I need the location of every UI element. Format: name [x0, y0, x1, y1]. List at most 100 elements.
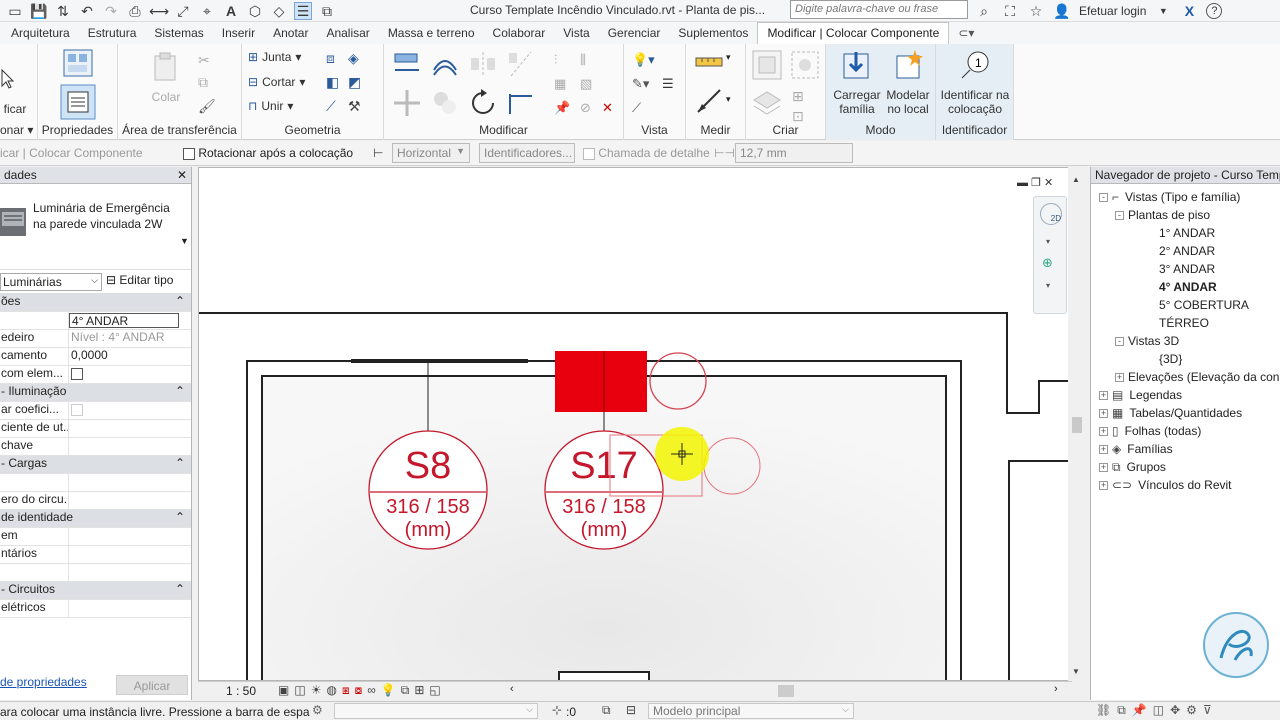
- binoculars-icon[interactable]: ⌕: [975, 2, 993, 20]
- collapse-icon[interactable]: ⌃: [175, 384, 185, 401]
- browser-item[interactable]: - ⌐ Vistas (Tipo e família): [1099, 190, 1240, 204]
- drag-on-selection-icon[interactable]: ✥: [1170, 703, 1180, 718]
- property-row[interactable]: ciente de ut...: [0, 420, 191, 438]
- analytical-model-icon[interactable]: ⊞: [414, 683, 424, 698]
- view-menu-icon[interactable]: ☰: [662, 76, 674, 92]
- tab-suplementos[interactable]: Suplementos: [669, 23, 757, 44]
- demolish-icon[interactable]: ◩: [348, 74, 361, 91]
- dimension-dropdown-icon[interactable]: ▾: [726, 94, 731, 105]
- scroll-up-icon[interactable]: ▲: [1072, 175, 1080, 184]
- property-value[interactable]: [69, 420, 191, 437]
- similar-icon[interactable]: ⊞: [792, 88, 804, 105]
- tag-on-placement-button[interactable]: 1 Identificar na colocação: [938, 48, 1012, 116]
- crop-view-icon[interactable]: ⧆: [342, 683, 350, 698]
- tab-arquitetura[interactable]: Arquitetura: [2, 23, 79, 44]
- search-input[interactable]: Digite palavra-chave ou frase: [790, 0, 968, 19]
- collapse-icon[interactable]: ⌃: [175, 294, 185, 311]
- cut-geometry-button[interactable]: ⊟ Cortar ▾: [248, 75, 305, 89]
- tab-inserir[interactable]: Inserir: [213, 23, 264, 44]
- override-graphics-icon[interactable]: ✎▾: [632, 76, 649, 92]
- scale-label[interactable]: 1 : 50: [226, 684, 256, 698]
- collapse-icon[interactable]: ⌃: [175, 456, 185, 473]
- steering-wheel-icon[interactable]: 2D: [1040, 203, 1062, 225]
- split-face-icon[interactable]: ◈: [348, 50, 359, 67]
- exchange-icon[interactable]: X: [1180, 2, 1198, 20]
- property-row[interactable]: com elem...: [0, 366, 191, 384]
- filter-icon[interactable]: ⊽: [1203, 703, 1212, 718]
- browser-item[interactable]: 1° ANDAR: [1159, 226, 1215, 240]
- tab-sistemas[interactable]: Sistemas: [145, 23, 212, 44]
- property-checkbox[interactable]: [71, 403, 83, 416]
- tab-analisar[interactable]: Analisar: [317, 23, 378, 44]
- horizontal-scroll-thumb[interactable]: [778, 685, 794, 697]
- 3d-view-icon[interactable]: ⬡: [246, 2, 264, 20]
- property-row[interactable]: em: [0, 528, 191, 546]
- expand-icon[interactable]: +: [1099, 463, 1108, 473]
- filter-selection-icon[interactable]: ⊹: [552, 703, 562, 717]
- dimension-icon[interactable]: ⤢: [174, 2, 192, 20]
- property-row[interactable]: chave: [0, 438, 191, 456]
- paste-button[interactable]: Colar: [146, 50, 186, 104]
- expand-icon[interactable]: +: [1099, 409, 1108, 419]
- detail-level-icon[interactable]: ▣: [278, 683, 289, 698]
- properties-help-link[interactable]: de propriedades: [0, 675, 87, 689]
- create-assembly-icon[interactable]: [750, 48, 784, 82]
- leader-length-input[interactable]: 12,7 mm: [735, 143, 853, 163]
- shadows-icon[interactable]: ◍: [326, 683, 336, 698]
- favorites-icon[interactable]: ☆: [1027, 2, 1045, 20]
- visual-style-icon[interactable]: ◫: [294, 683, 305, 698]
- rotate-after-placement[interactable]: Rotacionar após a colocação: [183, 146, 353, 160]
- property-value[interactable]: [69, 492, 191, 509]
- browser-item[interactable]: 2° ANDAR: [1159, 244, 1215, 258]
- collapse-icon[interactable]: -: [1115, 211, 1124, 221]
- drawing-canvas[interactable]: S8 316 / 158 (mm) S17 316 / 158 (mm) ▬ ❐…: [198, 167, 1072, 681]
- save-icon[interactable]: 💾: [30, 2, 48, 20]
- rotate-after-checkbox[interactable]: [183, 147, 195, 160]
- property-group-header[interactable]: de identidade ⌃: [0, 510, 191, 528]
- collapse-icon[interactable]: -: [1115, 337, 1124, 347]
- hammer-icon[interactable]: ⚒: [348, 98, 361, 115]
- thin-lines-icon[interactable]: ☰: [294, 2, 312, 20]
- undo-icon[interactable]: ↶: [78, 2, 96, 20]
- editing-requests-icon[interactable]: ⧉: [602, 703, 611, 718]
- property-value[interactable]: 0,0000: [69, 348, 191, 365]
- delete-icon[interactable]: ✕: [602, 100, 613, 116]
- leader-option[interactable]: Chamada de detalhe: [583, 146, 710, 160]
- property-row[interactable]: ar coefici...: [0, 402, 191, 420]
- edit-type-button[interactable]: ⊟ Editar tipo: [106, 273, 173, 287]
- tags-button[interactable]: Identificadores...: [479, 143, 575, 163]
- leader-checkbox[interactable]: [583, 147, 595, 160]
- collapse-icon[interactable]: -: [1099, 193, 1108, 203]
- help-icon[interactable]: ?: [1206, 3, 1223, 19]
- property-value[interactable]: Nível : 4° ANDAR: [69, 330, 191, 347]
- model-inplace-button[interactable]: Modelar no local: [882, 48, 934, 116]
- wall-join-icon[interactable]: ⧈: [326, 50, 335, 67]
- chevron-down-icon[interactable]: ▼: [1154, 2, 1172, 20]
- create-parts-icon[interactable]: [788, 48, 822, 82]
- show-crop-icon[interactable]: ⧇: [355, 683, 363, 698]
- text-icon[interactable]: A: [222, 2, 240, 20]
- align-icon[interactable]: [392, 50, 422, 78]
- measure-dropdown-icon[interactable]: ▾: [726, 52, 731, 63]
- join-button[interactable]: ⊞ Junta ▾: [248, 50, 301, 64]
- modify-button[interactable]: ficar: [0, 62, 38, 116]
- browser-item[interactable]: + ▤ Legendas: [1099, 388, 1182, 402]
- property-row[interactable]: elétricos: [0, 600, 191, 618]
- paint-icon[interactable]: ◧: [326, 74, 339, 91]
- aligned-dimension-icon[interactable]: [694, 86, 724, 116]
- collapse-icon[interactable]: ⌃: [175, 582, 185, 599]
- linework-icon[interactable]: ⟋: [632, 100, 641, 116]
- minimize-view-icon[interactable]: ▬: [1017, 177, 1028, 189]
- copy-element-icon[interactable]: [430, 88, 460, 118]
- create-group-icon[interactable]: [750, 86, 784, 120]
- scale-icon[interactable]: ▧: [580, 76, 592, 92]
- close-view-icon[interactable]: ✕: [1044, 177, 1053, 189]
- property-row[interactable]: [0, 564, 191, 582]
- lightbulb-icon[interactable]: 💡▾: [632, 52, 655, 68]
- property-group-header[interactable]: ões ⌃: [0, 294, 191, 312]
- open-icon[interactable]: ▭: [6, 2, 24, 20]
- property-group-header[interactable]: - Cargas ⌃: [0, 456, 191, 474]
- worksharing-icon[interactable]: ⧉: [401, 683, 410, 698]
- worksets-icon[interactable]: ⚙: [312, 703, 323, 717]
- login-button[interactable]: Efetuar login: [1079, 4, 1146, 18]
